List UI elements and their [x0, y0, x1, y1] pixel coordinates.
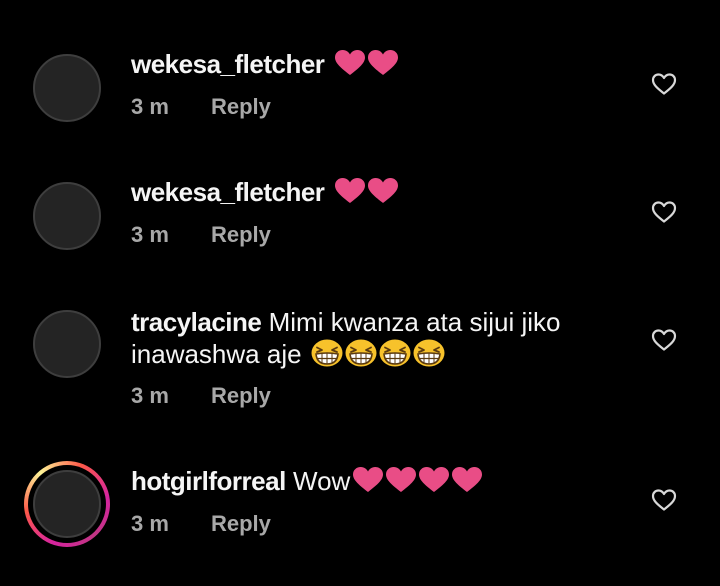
grinning-squinting-face-emoji	[413, 339, 445, 367]
reply-button[interactable]: Reply	[211, 383, 271, 409]
grinning-squinting-face-emoji	[345, 339, 377, 367]
comment-text: Mimi kwanza ata sijui jiko	[268, 307, 561, 337]
red-heart-emoji	[353, 467, 383, 493]
reply-button[interactable]: Reply	[211, 222, 271, 248]
timestamp: 3 m	[131, 222, 169, 247]
reply-button[interactable]: Reply	[211, 511, 271, 537]
heart-outline-icon[interactable]	[651, 488, 677, 512]
comment-line: hotgirlforreal Wow	[131, 465, 621, 498]
grinning-squinting-face-emoji	[311, 339, 343, 367]
grinning-squinting-face-emoji	[379, 339, 411, 367]
comment-meta: 3 m Reply	[131, 383, 271, 409]
red-heart-emoji	[452, 467, 482, 493]
username[interactable]: wekesa_fletcher	[131, 177, 325, 207]
username[interactable]: tracylacine	[131, 307, 262, 337]
avatar[interactable]	[33, 470, 101, 538]
story-ring[interactable]	[24, 461, 110, 547]
comment-meta: 3 m Reply	[131, 511, 271, 537]
avatar[interactable]	[33, 310, 101, 378]
red-heart-emoji	[368, 178, 398, 204]
heart-outline-icon[interactable]	[651, 328, 677, 352]
avatar[interactable]	[33, 54, 101, 122]
comment-meta: 3 m Reply	[131, 222, 271, 248]
timestamp: 3 m	[131, 511, 169, 536]
comment-meta: 3 m Reply	[131, 94, 271, 120]
timestamp: 3 m	[131, 94, 169, 119]
comment-line: tracylacine Mimi kwanza ata sijui jiko	[131, 306, 621, 339]
reply-button[interactable]: Reply	[211, 94, 271, 120]
timestamp: 3 m	[131, 383, 169, 408]
username[interactable]: wekesa_fletcher	[131, 49, 325, 79]
comment-text: Wow	[293, 466, 351, 496]
comment-text: inawashwa aje	[131, 339, 302, 369]
heart-outline-icon[interactable]	[651, 72, 677, 96]
username[interactable]: hotgirlforreal	[131, 466, 286, 496]
comment-line: wekesa_fletcher	[131, 176, 621, 209]
red-heart-emoji	[335, 50, 365, 76]
heart-outline-icon[interactable]	[651, 200, 677, 224]
red-heart-emoji	[335, 178, 365, 204]
red-heart-emoji	[368, 50, 398, 76]
comment-line: inawashwa aje	[131, 338, 621, 371]
red-heart-emoji	[419, 467, 449, 493]
red-heart-emoji	[386, 467, 416, 493]
comment-line: wekesa_fletcher	[131, 48, 621, 81]
avatar[interactable]	[33, 182, 101, 250]
